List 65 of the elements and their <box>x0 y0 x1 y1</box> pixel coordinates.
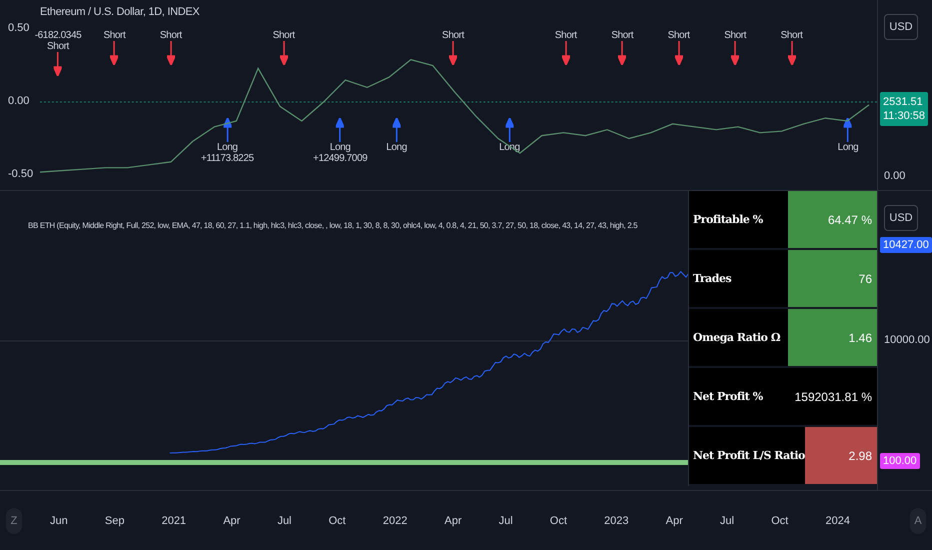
time-axis-label: 2024 <box>825 515 850 527</box>
down-arrow-icon <box>166 41 175 65</box>
trade-label: Short <box>611 30 634 41</box>
time-axis-label: Apr <box>666 515 683 527</box>
currency-button[interactable]: USD <box>884 14 918 40</box>
up-arrow-icon <box>505 118 514 142</box>
price-tag: 2531.51 11:30:58 <box>880 92 928 126</box>
time-axis-label: 2023 <box>604 515 629 527</box>
auto-scale-button[interactable]: A <box>910 508 926 534</box>
up-arrow-icon <box>223 118 232 142</box>
down-arrow-icon <box>449 41 457 65</box>
baseline-tag: 100.00 <box>880 453 920 469</box>
trade-label: Short <box>272 30 295 41</box>
equity-tag: 10427.00 <box>880 237 932 253</box>
stat-value: 64.47 % <box>788 191 877 248</box>
trade-label: Long <box>330 142 350 153</box>
up-arrow-icon <box>844 118 852 142</box>
down-arrow-icon <box>731 41 740 65</box>
down-arrow-icon <box>110 41 118 65</box>
trade-label: Long <box>838 142 858 153</box>
y-axis-label: 0.50 <box>8 22 30 34</box>
y-axis-label: 0.00 <box>884 170 906 182</box>
time-axis-label: Sep <box>104 515 124 527</box>
time-axis-label: Jul <box>498 515 513 527</box>
time-axis-label: Apr <box>444 515 462 527</box>
trade-pnl: +12499.7009 <box>313 153 368 164</box>
down-arrow-icon <box>54 52 62 76</box>
down-arrow-icon <box>788 41 796 65</box>
symbol-legend: Ethereum / U.S. Dollar, 1D, INDEX <box>40 6 200 18</box>
y-axis-label: -0.50 <box>8 168 34 180</box>
trade-label: Short <box>160 30 182 41</box>
currency-button[interactable]: USD <box>884 205 918 231</box>
down-arrow-icon <box>562 41 570 65</box>
trade-label: Short <box>442 30 464 41</box>
time-axis-label: Oct <box>328 515 346 527</box>
time-axis-label: Jun <box>50 515 68 527</box>
trade-label: Short <box>554 30 577 41</box>
y-axis-label: 0.00 <box>8 95 30 107</box>
up-arrow-icon <box>392 118 401 142</box>
stat-value: 76 <box>788 250 877 307</box>
trade-label: Short <box>103 30 126 41</box>
zoom-button[interactable]: Z <box>6 508 22 534</box>
time-axis-label: Oct <box>550 515 568 527</box>
down-arrow-icon <box>674 41 683 65</box>
y-axis-label: 10000.00 <box>884 334 930 346</box>
trade-label: Short <box>47 41 69 52</box>
time-axis-label: Apr <box>223 515 240 527</box>
down-arrow-icon <box>618 41 626 65</box>
trade-pnl: +11173.8225 <box>200 153 254 164</box>
time-axis-label: Jul <box>277 515 292 527</box>
time-axis-label: 2022 <box>382 515 408 527</box>
stat-value: 2.98 <box>804 427 877 484</box>
trade-pnl: -6182.0345 <box>34 30 82 41</box>
stat-value: 1.46 <box>788 309 877 366</box>
trade-label: Long <box>386 142 407 153</box>
indicator-legend: BB ETH (Equity, Middle Right, Full, 252, low, EMA, 47, 18, 60, 27, 1.1, high, hlc3, hlc3, close, , low, 18, 1, 30, 8, 8, 30, ohlc4, low, 4, 0.8, 4, 21, 50, 3.7, 27, 50, 18, close, 43, 14, 27, 43, high, 2.5 <box>28 221 638 230</box>
trade-label: Short <box>668 30 690 41</box>
trade-label: Long <box>216 142 238 153</box>
time-axis-label: Jul <box>720 515 734 527</box>
time-axis-label: 2021 <box>162 515 186 527</box>
down-arrow-icon <box>280 41 288 65</box>
up-arrow-icon <box>336 118 344 142</box>
time-axis-label: Oct <box>771 515 788 527</box>
trade-label: Short <box>780 30 803 41</box>
trade-label: Short <box>724 30 746 41</box>
